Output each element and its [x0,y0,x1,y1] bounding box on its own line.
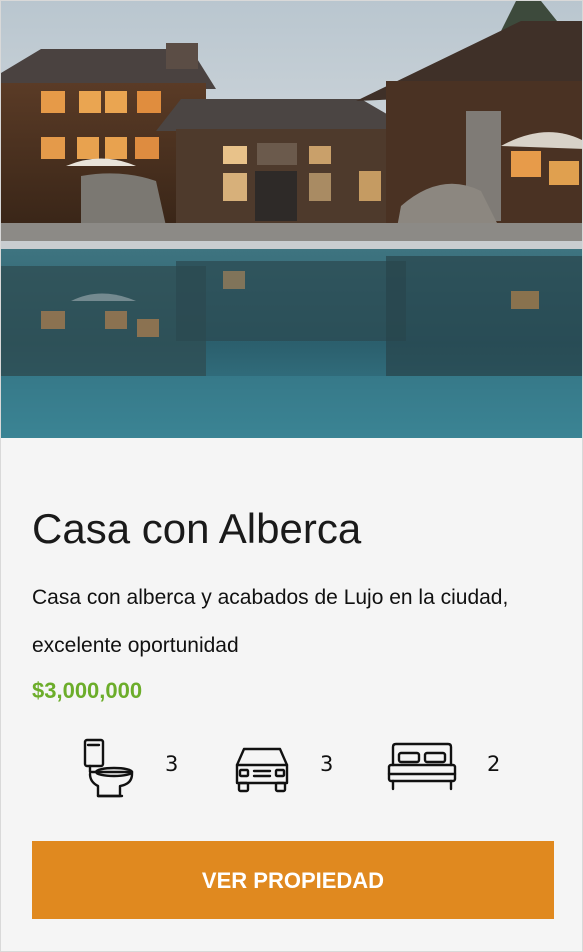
property-price: $3,000,000 [32,678,143,703]
bedrooms-count: 2 [487,752,501,776]
property-card: Casa con Alberca Casa con alberca y acab… [0,0,583,952]
parking-count: 3 [320,752,334,776]
bathrooms-count: 3 [165,752,179,776]
property-features: 3 3 2 [32,734,554,804]
bed-icon [387,742,457,791]
property-photo [1,1,582,438]
car-icon [235,747,289,793]
property-title: Casa con Alberca [32,505,362,552]
toilet-icon [83,738,134,798]
property-description: Casa con alberca y acabados de Lujo en l… [32,586,509,657]
view-property-button[interactable]: VER PROPIEDAD [32,841,554,919]
